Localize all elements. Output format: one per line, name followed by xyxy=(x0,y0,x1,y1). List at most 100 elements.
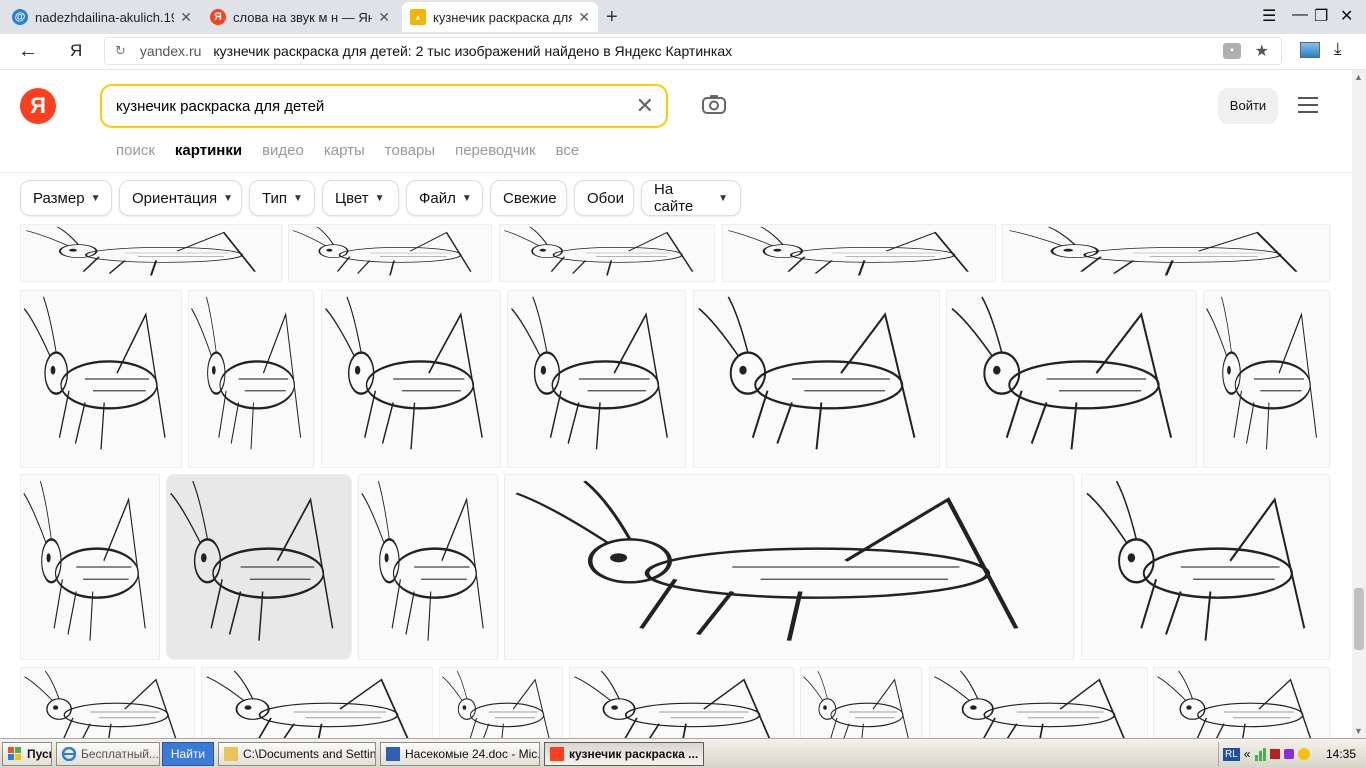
chevron-down-icon: ▼ xyxy=(90,192,101,204)
address-field[interactable]: ↻ yandex.ru кузнечик раскраска для детей… xyxy=(104,37,1282,65)
image-thumbnail[interactable] xyxy=(1002,224,1330,282)
image-thumbnail[interactable] xyxy=(499,224,715,282)
image-thumbnail[interactable] xyxy=(504,474,1074,660)
image-thumbnail[interactable] xyxy=(1153,667,1330,738)
image-thumbnail[interactable] xyxy=(166,474,352,660)
scroll-thumb[interactable] xyxy=(1354,588,1364,650)
image-thumbnail[interactable] xyxy=(358,474,498,660)
taskbar-search-field[interactable]: Бесплатный... xyxy=(56,742,160,766)
filter-button-5[interactable]: Свежие xyxy=(490,180,567,216)
service-tab-1[interactable]: картинки xyxy=(175,142,242,159)
tray-expand-icon[interactable]: « xyxy=(1244,747,1251,761)
clock: 14:35 xyxy=(1325,747,1356,761)
service-tab-0[interactable]: поиск xyxy=(116,142,155,159)
image-thumbnail[interactable] xyxy=(693,290,940,468)
start-button[interactable]: Пуск xyxy=(2,742,52,766)
window-app-icon xyxy=(550,747,564,761)
image-thumbnail[interactable] xyxy=(569,667,794,738)
image-thumbnail[interactable] xyxy=(439,667,563,738)
image-thumbnail[interactable] xyxy=(929,667,1148,738)
filter-label: На сайте xyxy=(654,181,694,215)
image-thumbnail[interactable] xyxy=(507,290,686,468)
image-thumbnail[interactable] xyxy=(20,474,160,660)
image-results-grid xyxy=(0,224,1352,738)
image-thumbnail[interactable] xyxy=(20,224,282,282)
filter-button-3[interactable]: Цвет ▼ xyxy=(322,180,399,216)
filter-button-0[interactable]: Размер ▼ xyxy=(20,180,112,216)
hamburger-menu-icon[interactable] xyxy=(1298,97,1318,118)
scroll-up-icon[interactable]: ▲ xyxy=(1354,72,1363,82)
grasshopper-drawing-icon xyxy=(325,296,483,450)
yandex-browser-logo-icon[interactable]: Я xyxy=(70,41,82,61)
filter-button-1[interactable]: Ориентация ▼ xyxy=(119,180,242,216)
image-thumbnail[interactable] xyxy=(946,290,1197,468)
tab-close-icon[interactable]: ✕ xyxy=(578,9,590,26)
wallpaper-picture-icon[interactable] xyxy=(1300,42,1320,58)
image-thumbnail[interactable] xyxy=(20,667,195,738)
image-thumbnail[interactable] xyxy=(188,290,314,468)
filter-button-4[interactable]: Файл ▼ xyxy=(406,180,483,216)
grasshopper-drawing-icon xyxy=(727,226,969,276)
service-tab-6[interactable]: все xyxy=(556,142,580,159)
reload-icon[interactable]: ↻ xyxy=(115,43,126,59)
windows-logo-icon xyxy=(8,747,21,760)
yandex-logo-icon[interactable]: Я xyxy=(20,88,56,124)
filter-label: Свежие xyxy=(503,189,557,207)
service-tab-2[interactable]: видео xyxy=(262,142,304,159)
clear-search-icon[interactable]: ✕ xyxy=(636,93,654,119)
service-tab-5[interactable]: переводчик xyxy=(455,142,535,159)
image-thumbnail[interactable] xyxy=(800,667,922,738)
grasshopper-drawing-icon xyxy=(1206,296,1317,450)
filter-button-7[interactable]: На сайте ▼ xyxy=(641,180,741,216)
window-app-icon xyxy=(386,747,400,761)
lock-icon[interactable]: ▪ xyxy=(1223,43,1241,59)
minimize-icon[interactable]: — xyxy=(1292,6,1308,24)
language-indicator[interactable]: RL xyxy=(1223,747,1240,761)
page-scrollbar[interactable]: ▲ ▼ xyxy=(1352,70,1366,738)
grasshopper-drawing-icon xyxy=(1086,480,1306,641)
taskbar-search-placeholder: Бесплатный... xyxy=(81,747,159,761)
scroll-down-icon[interactable]: ▼ xyxy=(1354,726,1363,736)
window-close-icon[interactable]: ✕ xyxy=(1340,6,1353,26)
back-arrow-icon[interactable]: ← xyxy=(18,40,38,63)
login-button[interactable]: Войти xyxy=(1218,88,1278,124)
grasshopper-drawing-icon xyxy=(511,296,668,450)
download-icon[interactable]: ⤓ xyxy=(1334,39,1342,59)
tab-mail[interactable]: @ nadezhdailina-akulich.1981@ ✕ xyxy=(4,2,200,32)
start-label: Пуск xyxy=(27,747,52,761)
image-thumbnail[interactable] xyxy=(1203,290,1330,468)
window-app-icon xyxy=(224,747,238,761)
tab-yandex-search[interactable]: Я слова на звук м н — Яндекс ✕ xyxy=(202,2,398,32)
filter-button-2[interactable]: Тип ▼ xyxy=(249,180,315,216)
search-input[interactable] xyxy=(116,86,626,126)
tab-yandex-images[interactable]: ▲ кузнечик раскраска для д ✕ xyxy=(402,2,598,32)
grasshopper-drawing-icon xyxy=(24,670,177,738)
bookmark-star-icon[interactable]: ★ xyxy=(1255,41,1269,61)
restore-icon[interactable]: ❐ xyxy=(1314,6,1328,26)
new-tab-icon[interactable]: + xyxy=(606,6,618,29)
taskbar-window-1[interactable]: Насекомые 24.doc - Mic... xyxy=(380,742,540,766)
browser-menu-icon[interactable]: ☰ xyxy=(1262,6,1276,26)
taskbar-window-2[interactable]: кузнечик раскраска ... xyxy=(544,742,704,766)
filter-button-6[interactable]: Обои xyxy=(574,180,634,216)
camera-search-icon[interactable] xyxy=(702,94,726,114)
image-thumbnail[interactable] xyxy=(201,667,433,738)
yandex-favicon-icon: Я xyxy=(210,9,226,25)
image-thumbnail[interactable] xyxy=(288,224,492,282)
tab-close-icon[interactable]: ✕ xyxy=(180,9,192,26)
tab-close-icon[interactable]: ✕ xyxy=(378,9,390,26)
filter-label: Ориентация xyxy=(132,189,218,207)
chevron-down-icon: ▼ xyxy=(718,192,728,204)
service-tab-3[interactable]: карты xyxy=(324,142,365,159)
services-nav: поиск картинки видео карты товары переводчик в… xyxy=(116,142,599,159)
grasshopper-drawing-icon xyxy=(803,670,909,738)
image-thumbnail[interactable] xyxy=(20,290,182,468)
address-bar-row: ← Я ↻ yandex.ru кузнечик раскраска для д… xyxy=(0,34,1366,70)
taskbar-find-button[interactable]: Найти xyxy=(162,742,214,766)
image-thumbnail[interactable] xyxy=(722,224,996,282)
taskbar-window-0[interactable]: C:\Documents and Settin... xyxy=(218,742,376,766)
image-thumbnail[interactable] xyxy=(1081,474,1330,660)
image-thumbnail[interactable] xyxy=(321,290,501,468)
grasshopper-drawing-icon xyxy=(442,670,550,738)
service-tab-4[interactable]: товары xyxy=(385,142,435,159)
